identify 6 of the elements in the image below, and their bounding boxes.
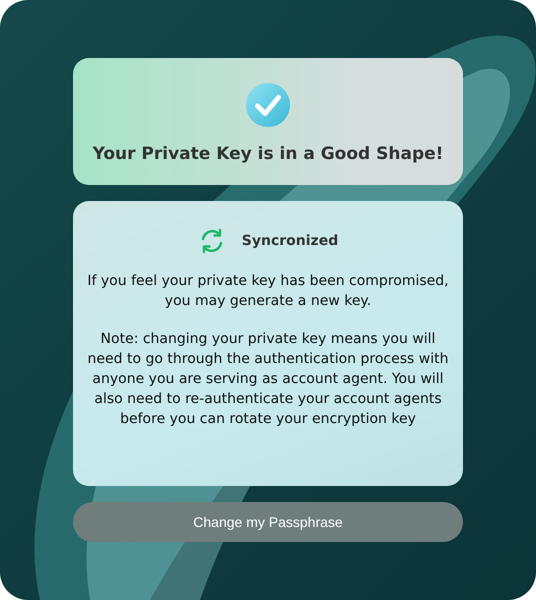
change-passphrase-button[interactable]: Change my Passphrase [73,502,463,542]
check-icon [245,82,291,128]
sync-status: Syncronized [242,233,338,249]
message-text: If you feel your private key has been compromised, you may generate a new key. [87,272,449,311]
status-title: Your Private Key is in a Good Shape! [92,144,444,164]
note-text: Note: changing your private key means you will need to go through the authentication process with anyone you are serving as account agent. You will also need to re-authenticate your account agents before you can rotate your encryption key [87,330,449,429]
